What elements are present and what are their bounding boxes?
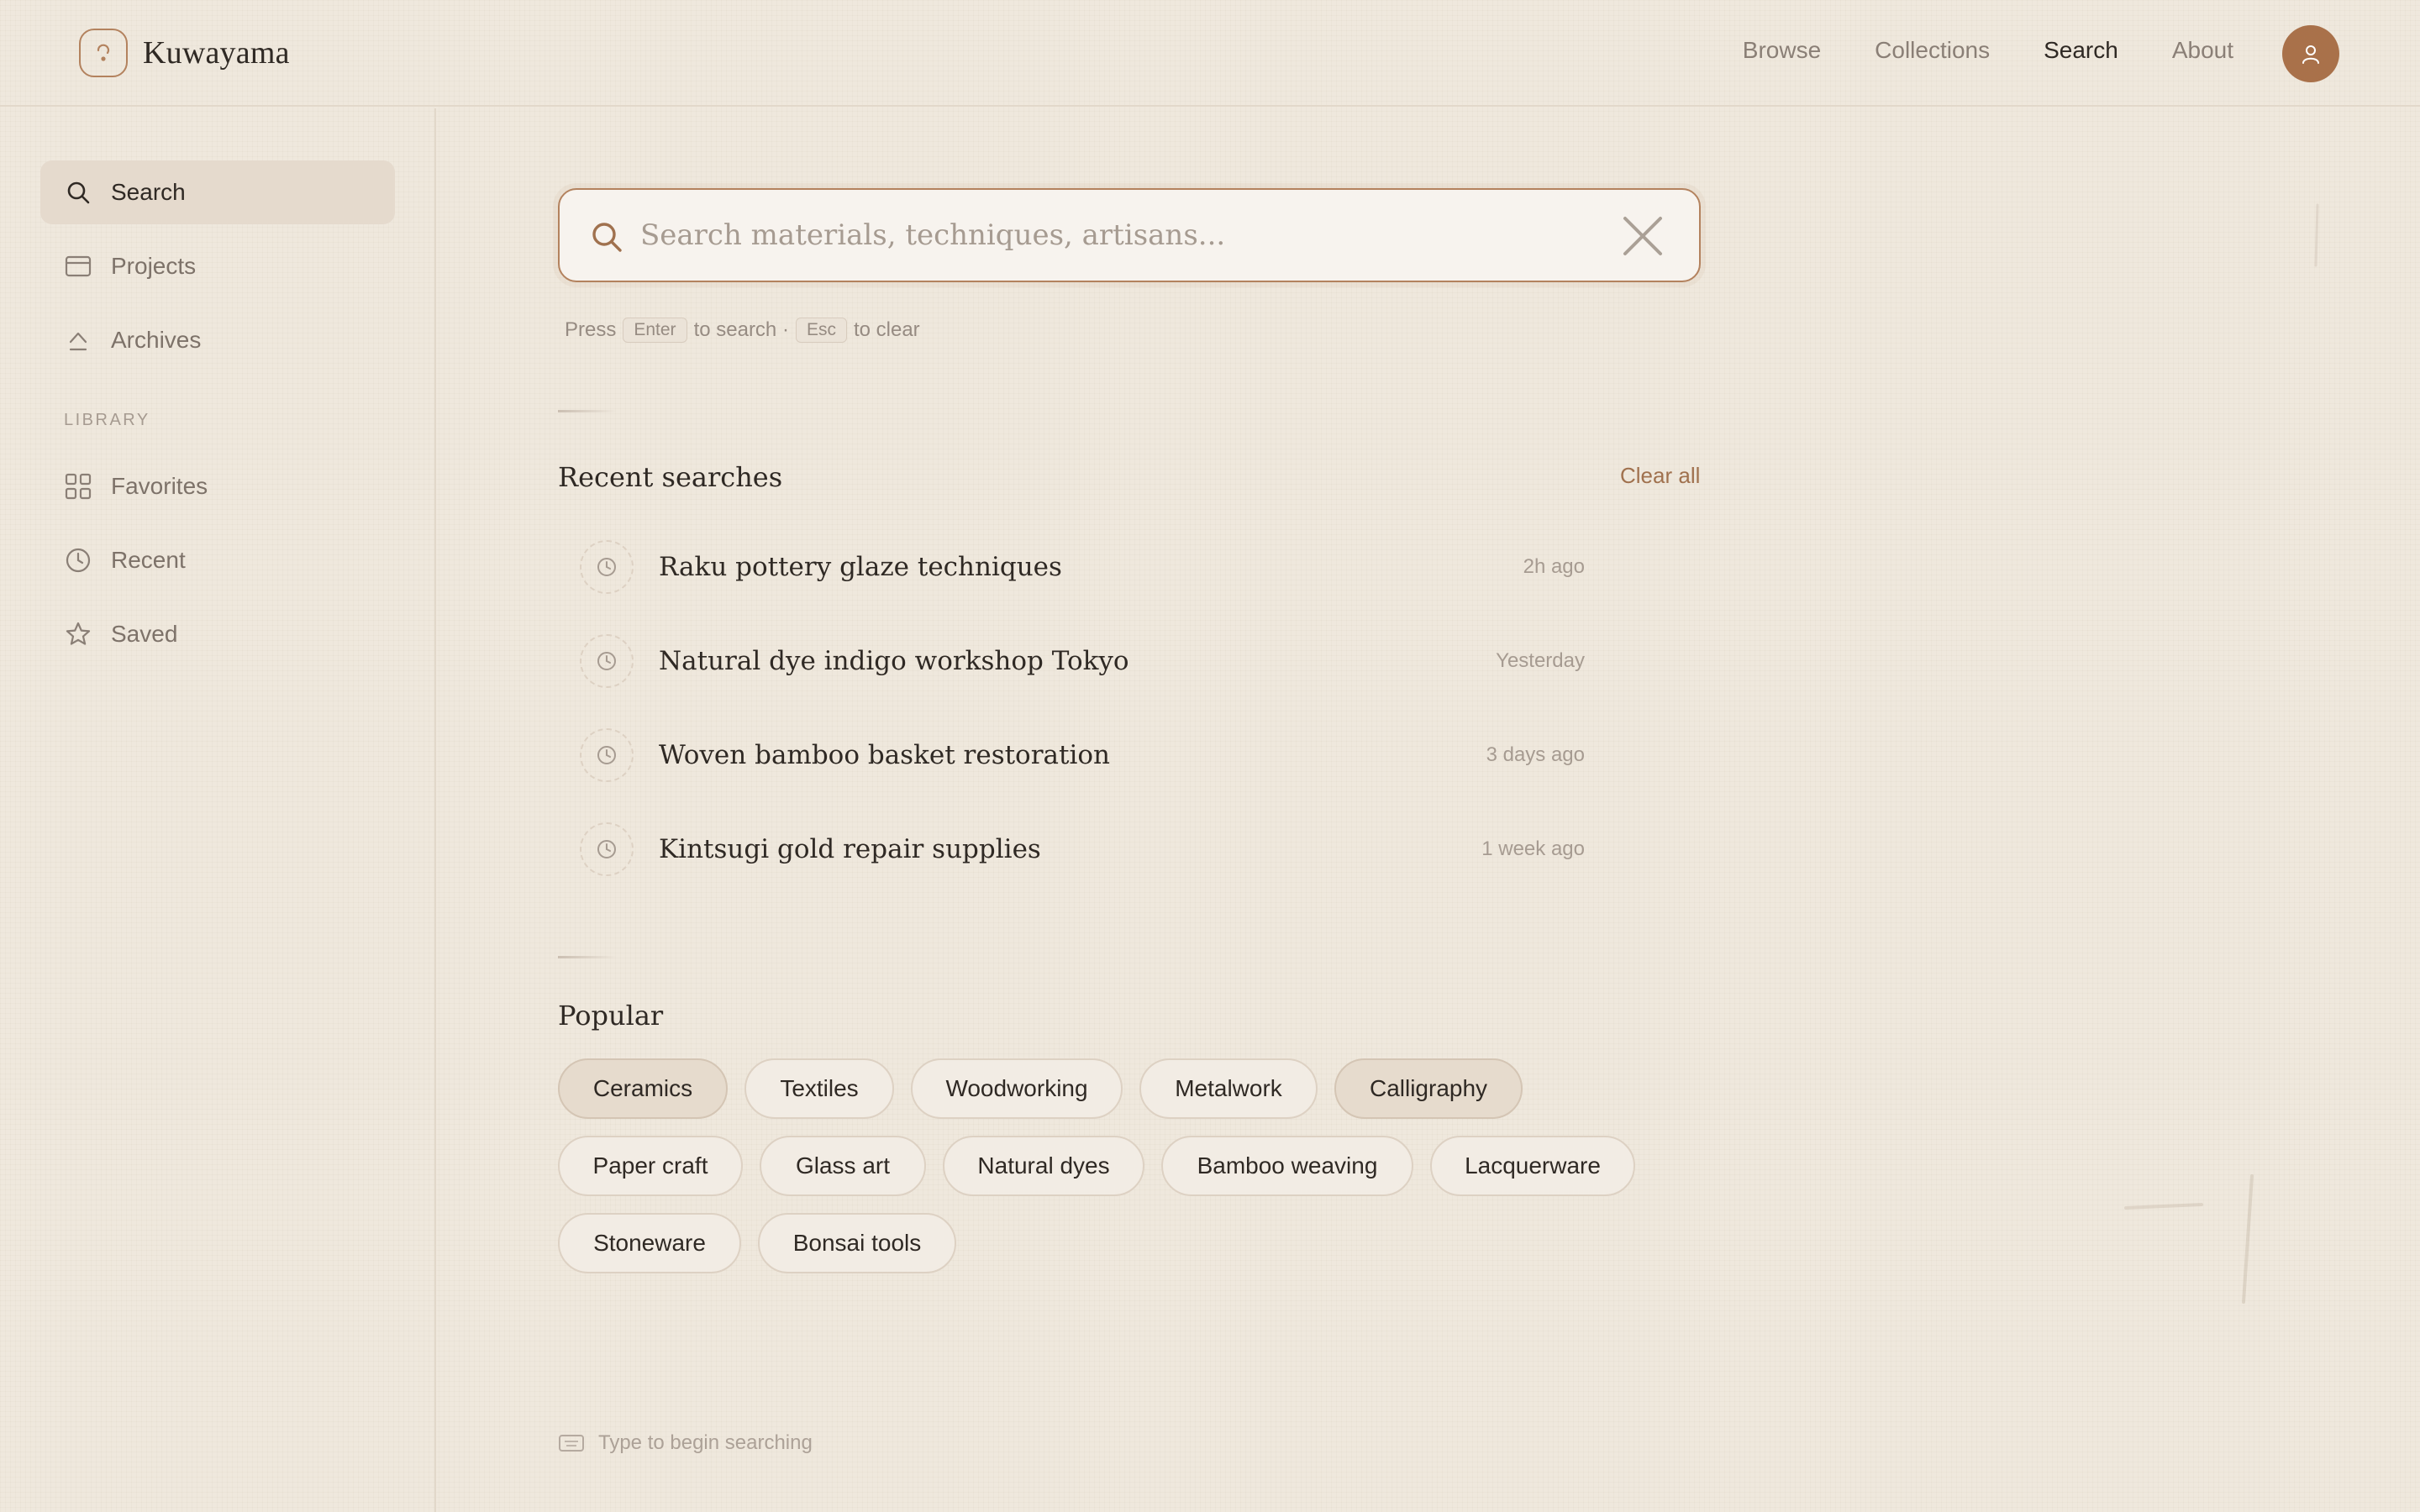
recent-search-text: Kintsugi gold repair supplies — [659, 834, 1041, 864]
enter-key: Enter — [623, 318, 687, 343]
clear-search-icon[interactable] — [1620, 213, 1665, 259]
sidebar-item-label: Search — [111, 179, 186, 205]
footer-hint: Type to begin searching — [558, 1431, 813, 1455]
divider — [558, 956, 617, 958]
recent-search-text: Raku pottery glaze techniques — [659, 552, 1062, 582]
keyboard-icon — [559, 1435, 584, 1452]
recent-searches-title: Recent searches — [558, 461, 783, 493]
recent-search-text: Natural dye indigo workshop Tokyo — [659, 646, 1129, 676]
tag-glass-art[interactable]: Glass art — [760, 1136, 926, 1196]
recent-search-time: 3 days ago — [1486, 743, 1585, 766]
clock-icon — [580, 728, 634, 782]
hint-text: Press — [565, 318, 617, 341]
brand[interactable]: Kuwayama — [79, 29, 290, 77]
tag-bamboo-weaving[interactable]: Bamboo weaving — [1161, 1136, 1413, 1196]
recent-search-item[interactable]: Kintsugi gold repair supplies 1 week ago — [580, 820, 1613, 879]
app-header: Kuwayama Browse Collections Search About — [0, 0, 2420, 107]
grid-icon — [64, 472, 92, 501]
sidebar-item-favorites[interactable]: Favorites — [40, 454, 395, 518]
avatar[interactable] — [2282, 25, 2339, 82]
tag-paper-craft[interactable]: Paper craft — [558, 1136, 743, 1196]
popular-title: Popular — [558, 1000, 664, 1032]
user-icon — [2302, 45, 2319, 64]
tag-ceramics[interactable]: Ceramics — [558, 1058, 728, 1119]
clock-icon — [580, 822, 634, 876]
nav-about[interactable]: About — [2172, 37, 2233, 64]
recent-search-time: 1 week ago — [1481, 837, 1585, 860]
tag-woodworking[interactable]: Woodworking — [911, 1058, 1123, 1119]
tag-bonsai-tools[interactable]: Bonsai tools — [758, 1213, 956, 1273]
folder-icon — [64, 252, 92, 281]
sidebar-item-label: Saved — [111, 621, 178, 647]
tag-lacquerware[interactable]: Lacquerware — [1430, 1136, 1635, 1196]
clear-all-button[interactable]: Clear all — [1620, 463, 1700, 489]
library-heading: LIBRARY — [64, 411, 150, 429]
sidebar-item-recent[interactable]: Recent — [40, 528, 395, 592]
hint-text: to clear — [853, 318, 920, 341]
divider — [558, 410, 617, 412]
tag-natural-dyes[interactable]: Natural dyes — [943, 1136, 1144, 1196]
decorative-stroke — [2124, 1174, 2254, 1304]
nav-search[interactable]: Search — [2044, 37, 2118, 64]
sidebar-item-label: Favorites — [111, 473, 208, 499]
hint-text: to search · — [693, 318, 789, 341]
archive-icon — [64, 326, 92, 354]
sidebar-item-search[interactable]: Search — [40, 160, 395, 224]
nav-browse[interactable]: Browse — [1743, 37, 1821, 64]
sidebar-item-archives[interactable]: Archives — [40, 308, 395, 372]
keyboard-hint: Press Enter to search · Esc to clear — [565, 318, 920, 343]
brand-logo-icon — [79, 29, 128, 77]
recent-search-item[interactable]: Raku pottery glaze techniques 2h ago — [580, 538, 1613, 596]
clock-icon — [580, 634, 634, 688]
search-icon — [64, 178, 92, 207]
tag-textiles[interactable]: Textiles — [744, 1058, 894, 1119]
recent-search-text: Woven bamboo basket restoration — [659, 740, 1111, 770]
sidebar: Search Projects Archives LIBRARY Favorit… — [0, 108, 436, 1512]
sidebar-item-label: Recent — [111, 547, 186, 573]
decorative-stroke — [2314, 203, 2319, 267]
tag-stoneware[interactable]: Stoneware — [558, 1213, 741, 1273]
top-nav: Browse Collections Search About — [1743, 37, 2233, 64]
recent-search-item[interactable]: Natural dye indigo workshop Tokyo Yester… — [580, 632, 1613, 690]
esc-key: Esc — [795, 318, 847, 343]
recent-search-item[interactable]: Woven bamboo basket restoration 3 days a… — [580, 726, 1613, 785]
sidebar-item-saved[interactable]: Saved — [40, 602, 395, 666]
footer-hint-text: Type to begin searching — [598, 1431, 813, 1454]
search-icon — [592, 223, 622, 252]
sidebar-item-projects[interactable]: Projects — [40, 234, 395, 298]
search-input[interactable] — [640, 208, 1565, 262]
tag-calligraphy[interactable]: Calligraphy — [1334, 1058, 1523, 1119]
brand-name: Kuwayama — [143, 35, 290, 71]
nav-collections[interactable]: Collections — [1875, 37, 1990, 64]
clock-icon — [64, 546, 92, 575]
tag-metalwork[interactable]: Metalwork — [1139, 1058, 1318, 1119]
star-icon — [64, 620, 92, 648]
recent-search-time: Yesterday — [1496, 649, 1585, 672]
sidebar-item-label: Projects — [111, 253, 197, 279]
search-box — [558, 188, 1701, 282]
recent-search-time: 2h ago — [1523, 555, 1585, 578]
sidebar-item-label: Archives — [111, 327, 202, 353]
clock-icon — [580, 540, 634, 594]
